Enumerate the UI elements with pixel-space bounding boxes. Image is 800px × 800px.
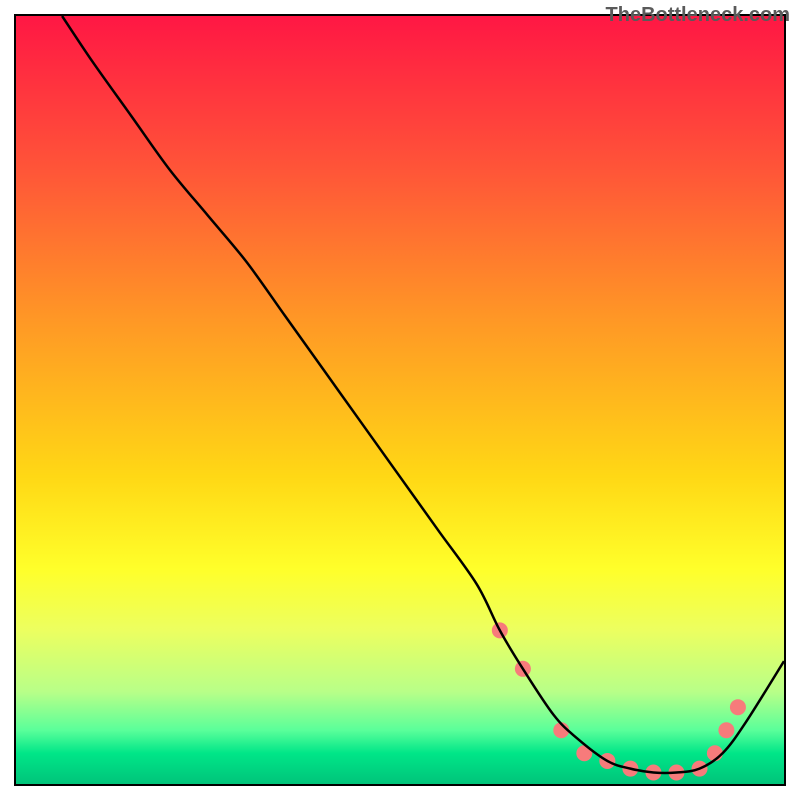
watermark-text: TheBottleneck.com — [606, 4, 790, 27]
chart-markers — [492, 622, 746, 780]
chart-plot-area — [14, 14, 786, 786]
chart-marker-dot — [718, 722, 734, 738]
chart-curve-layer — [16, 16, 784, 784]
chart-marker-dot — [730, 699, 746, 715]
bottleneck-curve-line — [62, 16, 784, 773]
